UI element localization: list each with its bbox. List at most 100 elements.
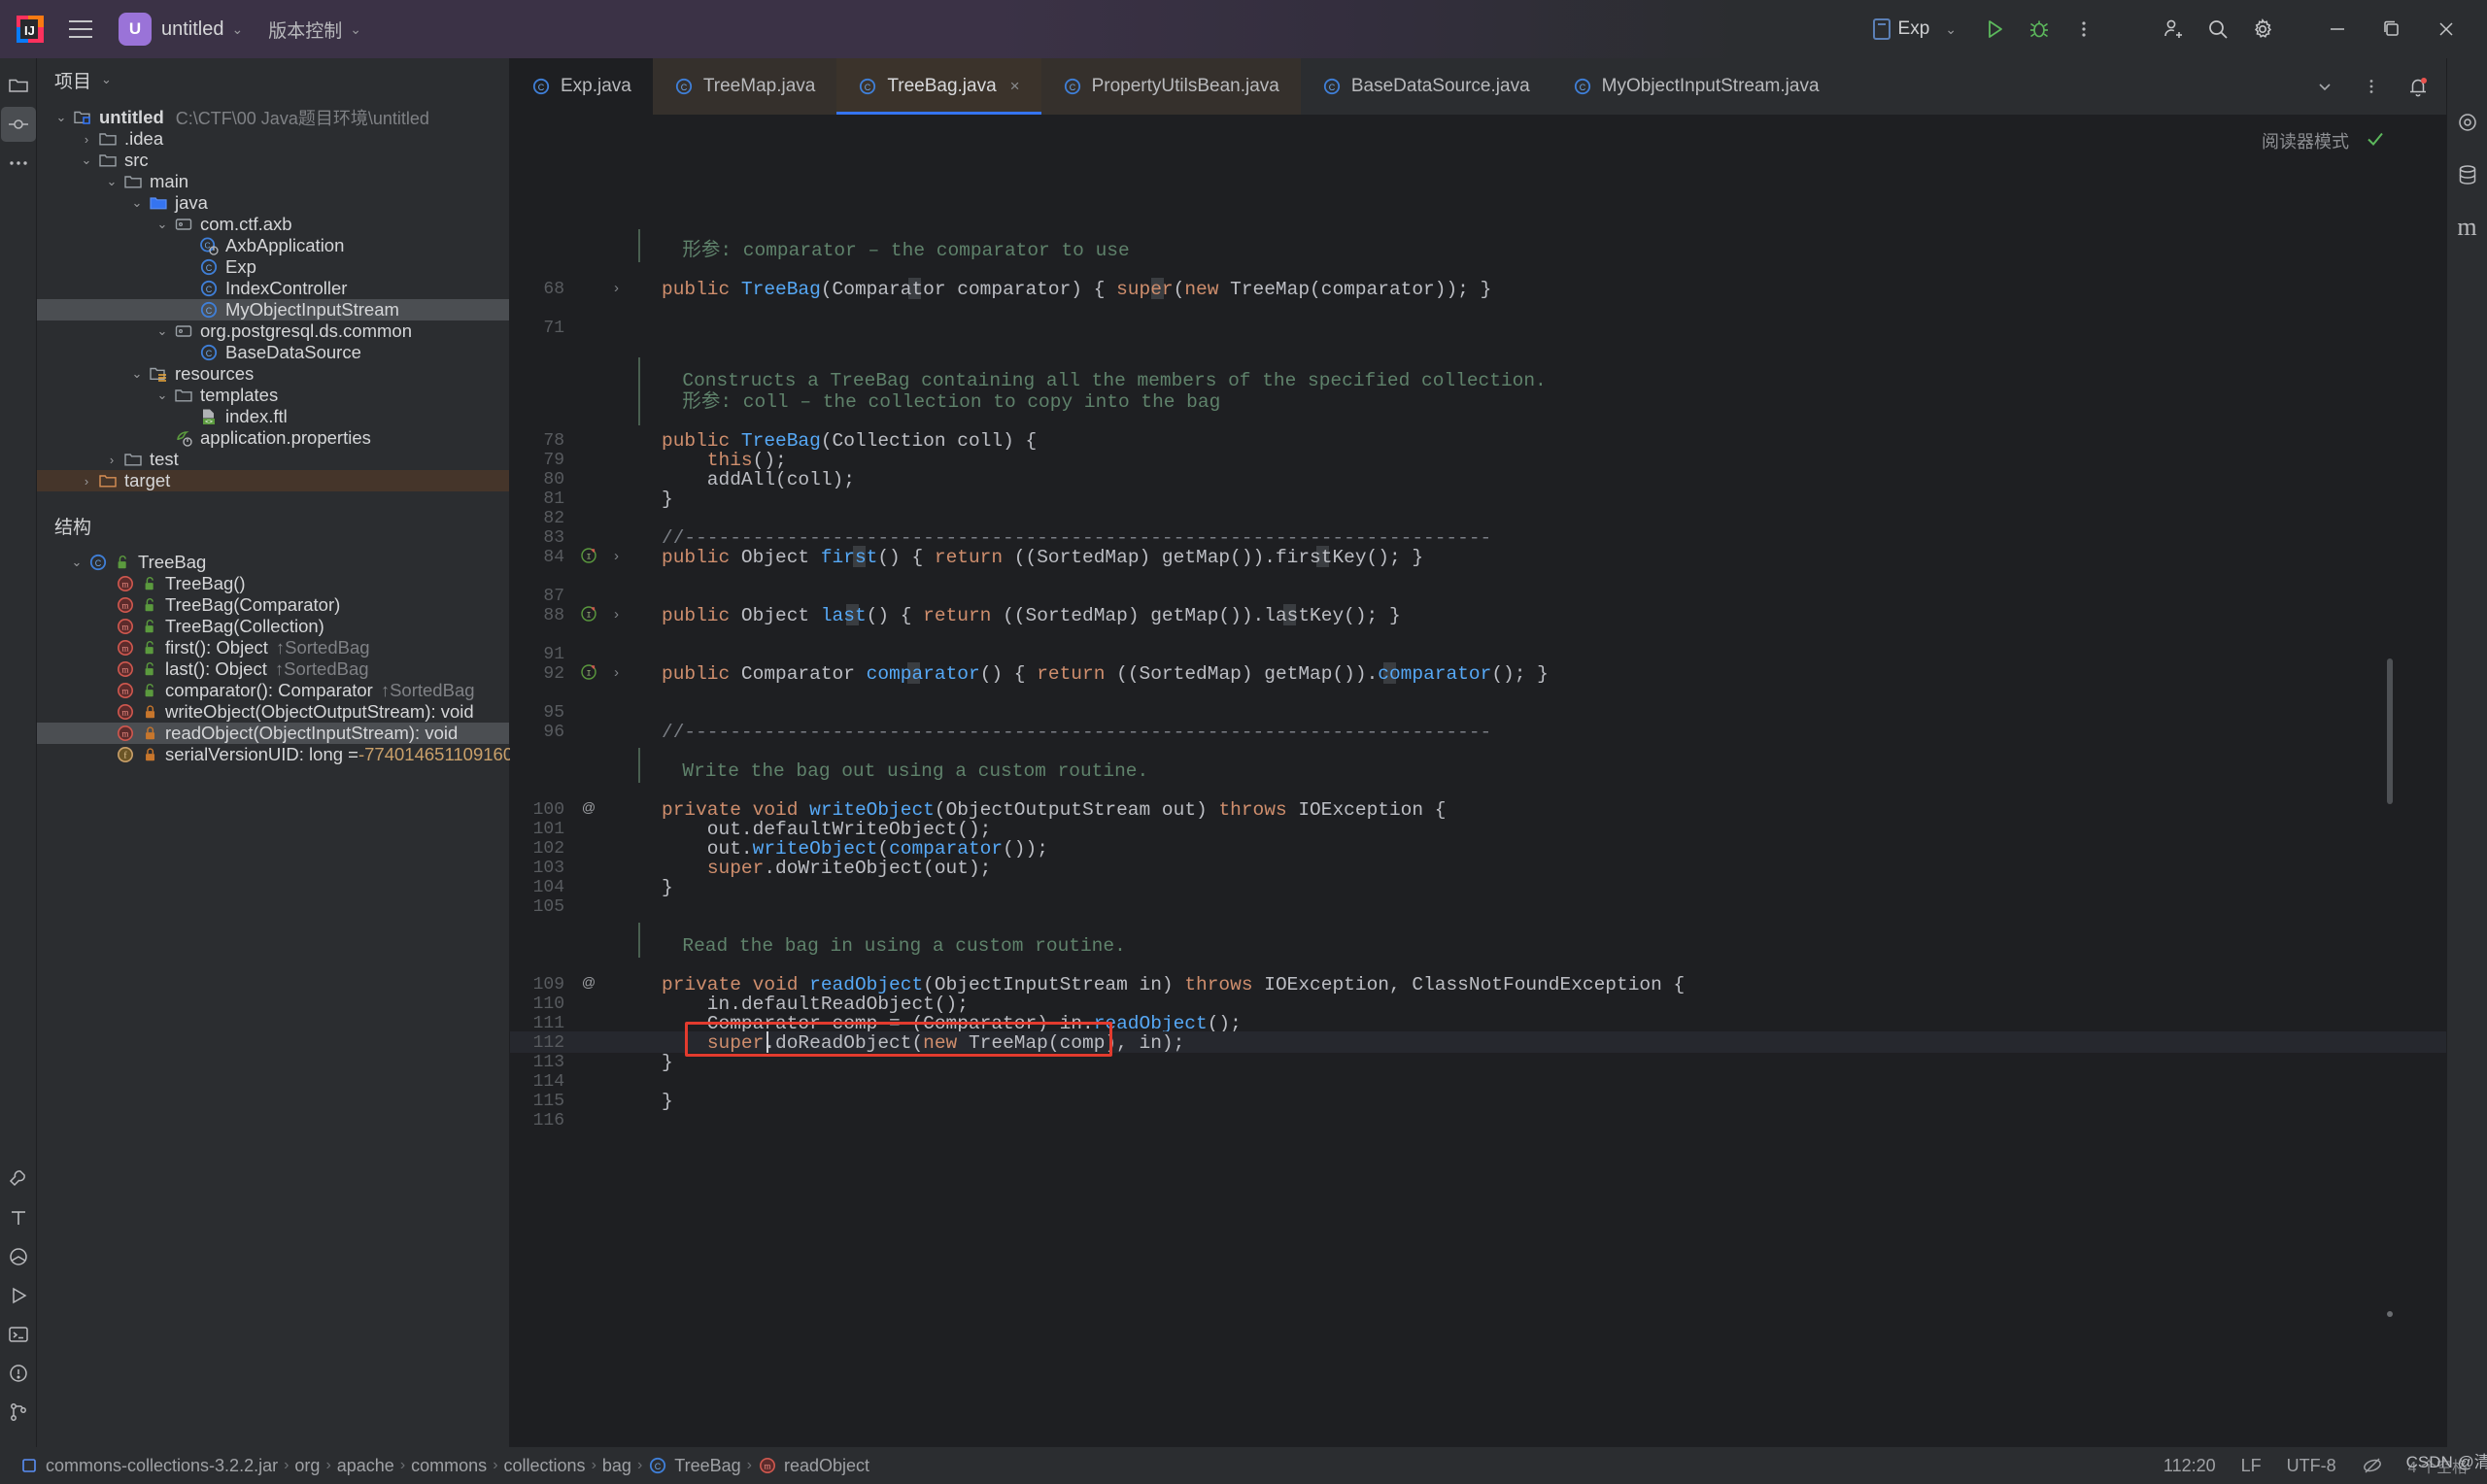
project-panel-header[interactable]: 项目 ⌄	[37, 58, 509, 101]
search-icon[interactable]	[2196, 7, 2240, 51]
structure-item-writeobject-objectoutputstream-void[interactable]: m writeObject(ObjectOutputStream): void	[37, 701, 509, 723]
breadcrumb-item[interactable]: bag	[596, 1456, 637, 1476]
chevron-down-icon[interactable]: ⌄	[126, 366, 148, 382]
sidebar-item-run[interactable]	[1, 1278, 36, 1313]
sidebar-item-build[interactable]	[1, 1162, 36, 1197]
add-user-icon[interactable]	[2151, 7, 2196, 51]
chevron-down-icon[interactable]	[2302, 64, 2347, 109]
structure-item-last-object[interactable]: m last(): Object ↑SortedBag	[37, 658, 509, 680]
chevron-down-icon[interactable]: ⌄	[76, 152, 97, 168]
maven-icon[interactable]: m	[2450, 210, 2485, 245]
annotation-marker-icon[interactable]: @	[580, 974, 597, 992]
checkmark-ok-icon[interactable]	[2365, 128, 2386, 150]
tab-myobjectinputstream-java[interactable]: C MyObjectInputStream.java	[1551, 58, 1841, 115]
caret-position[interactable]: 112:20	[2163, 1456, 2216, 1476]
structure-item-treebag[interactable]: ⌄ C TreeBag	[37, 552, 509, 573]
structure-item-treebag-comparator[interactable]: m TreeBag(Comparator)	[37, 594, 509, 616]
chevron-right-icon[interactable]: ›	[76, 132, 97, 147]
implements-method-icon[interactable]: I	[580, 605, 597, 623]
panel-splitter[interactable]	[507, 58, 509, 1447]
breadcrumb-item[interactable]: commons	[405, 1456, 493, 1476]
chevron-down-icon[interactable]: ⌄	[51, 110, 72, 125]
sidebar-item-git[interactable]	[1, 1395, 36, 1430]
fold-arrow-icon[interactable]: ›	[614, 606, 619, 624]
project-tree-item--idea[interactable]: › .idea	[37, 128, 509, 150]
sidebar-item-structure[interactable]	[1, 1200, 36, 1235]
main-menu-button[interactable]	[60, 13, 101, 46]
project-tree-item-resources[interactable]: ⌄ resources	[37, 363, 509, 385]
sidebar-item-terminal[interactable]	[1, 1317, 36, 1352]
tab-basedatasource-java[interactable]: C BaseDataSource.java	[1301, 58, 1551, 115]
fold-arrow-icon[interactable]: ›	[614, 280, 619, 297]
sidebar-item-problems[interactable]	[1, 1356, 36, 1391]
more-vertical-icon[interactable]	[2349, 64, 2394, 109]
structure-item-first-object[interactable]: m first(): Object ↑SortedBag	[37, 637, 509, 658]
implements-method-icon[interactable]: I	[580, 663, 597, 681]
chevron-down-icon[interactable]: ⌄	[101, 174, 122, 189]
tab-treemap-java[interactable]: C TreeMap.java	[652, 58, 837, 115]
project-tree-item-org-postgresql-ds-common[interactable]: ⌄ org.postgresql.ds.common	[37, 320, 509, 342]
project-tree-item-main[interactable]: ⌄ main	[37, 171, 509, 192]
breadcrumb-item[interactable]: apache	[331, 1456, 400, 1476]
structure-item-serialversionuid-long[interactable]: f serialVersionUID: long = -7740146511091…	[37, 744, 563, 765]
fold-arrow-icon[interactable]: ›	[614, 664, 619, 682]
sidebar-item-project[interactable]	[1, 68, 36, 103]
structure-item-comparator-comparator[interactable]: m comparator(): Comparator ↑SortedBag	[37, 680, 509, 701]
project-tree-item-basedatasource[interactable]: C BaseDataSource	[37, 342, 509, 363]
restore-icon[interactable]	[2365, 8, 2419, 51]
editor-scrollbar[interactable]	[2387, 658, 2393, 804]
project-tree-item-test[interactable]: › test	[37, 449, 509, 470]
breadcrumb-item[interactable]: C TreeBag	[642, 1456, 746, 1476]
project-tree-item-target[interactable]: › target	[37, 470, 509, 491]
project-selector[interactable]: U untitled ⌄	[119, 13, 249, 46]
breadcrumb-item[interactable]: collections	[498, 1456, 592, 1476]
code-content[interactable]: 形参: comparator – the comparator to use pu…	[627, 115, 2446, 1447]
project-tree-item-java[interactable]: ⌄ java	[37, 192, 509, 214]
file-encoding[interactable]: UTF-8	[2287, 1456, 2336, 1476]
more-actions-button[interactable]	[2061, 7, 2106, 51]
chevron-down-icon[interactable]: ⌄	[126, 195, 148, 211]
editor-scrollbar-bottom-marker[interactable]	[2387, 1311, 2393, 1317]
run-configuration-selector[interactable]: Exp ⌄	[1863, 15, 1972, 44]
project-tree-item-src[interactable]: ⌄ src	[37, 150, 509, 171]
indent-setting[interactable]: 4 个空格 CSDN @清风--	[2406, 1453, 2487, 1477]
implements-method-icon[interactable]: I	[580, 547, 597, 564]
line-separator[interactable]: LF	[2241, 1456, 2262, 1476]
project-tree-item-templates[interactable]: ⌄ templates	[37, 385, 509, 406]
sidebar-item-more-tools[interactable]	[1, 146, 36, 181]
project-tree-item-myobjectinputstream[interactable]: C MyObjectInputStream	[37, 299, 509, 320]
fold-arrow-icon[interactable]: ›	[614, 548, 619, 565]
gear-icon[interactable]	[2240, 7, 2285, 51]
chevron-down-icon[interactable]: ⌄	[66, 555, 87, 570]
chevron-down-icon[interactable]: ⌄	[152, 388, 173, 403]
project-tree-item-application-properties[interactable]: application.properties	[37, 427, 509, 449]
tab-exp-java[interactable]: C Exp.java	[510, 58, 653, 115]
chevron-right-icon[interactable]: ›	[76, 474, 97, 489]
annotation-marker-icon[interactable]: @	[580, 799, 597, 817]
structure-item-treebag[interactable]: m TreeBag()	[37, 573, 509, 594]
project-tree-item-axbapplication[interactable]: C AxbApplication	[37, 235, 509, 256]
vcs-selector[interactable]: 版本控制 ⌄	[256, 17, 367, 43]
chevron-down-icon[interactable]: ⌄	[152, 217, 173, 232]
debug-button[interactable]	[2017, 7, 2061, 51]
minimize-icon[interactable]	[2310, 8, 2365, 51]
database-icon[interactable]	[2450, 157, 2485, 192]
sidebar-item-services[interactable]	[1, 1239, 36, 1274]
chevron-down-icon[interactable]: ⌄	[152, 323, 173, 339]
bell-icon[interactable]	[2396, 64, 2440, 109]
close-icon[interactable]	[2419, 8, 2473, 51]
project-tree-item-indexcontroller[interactable]: C IndexController	[37, 278, 509, 299]
ai-assistant-icon[interactable]	[2450, 105, 2485, 140]
tab-treebag-java[interactable]: C TreeBag.java ×	[836, 58, 1041, 115]
breadcrumb-item[interactable]: m readObject	[752, 1456, 875, 1476]
close-tab-icon[interactable]: ×	[1010, 77, 1020, 96]
code-editor[interactable]: 68 › 71 78 79 80 81 82 83 84 I › 87 88 I › 91 92 I › 95 96 100…	[510, 115, 2446, 1447]
project-tree-item-exp[interactable]: C Exp	[37, 256, 509, 278]
tab-propertyutilsbean-java[interactable]: C PropertyUtilsBean.java	[1040, 58, 1301, 115]
structure-item-treebag-collection[interactable]: m TreeBag(Collection)	[37, 616, 509, 637]
project-tree-item-untitled[interactable]: ⌄ untitled C:\CTF\00 Java题目环境\untitled	[37, 107, 509, 128]
breadcrumb-item[interactable]: org	[289, 1456, 325, 1476]
structure-panel-header[interactable]: 结构	[37, 505, 509, 546]
editor-gutter[interactable]: 68 › 71 78 79 80 81 82 83 84 I › 87 88 I › 91 92 I › 95 96 100…	[510, 115, 627, 1447]
structure-item-readobject-objectinputstream-void[interactable]: m readObject(ObjectInputStream): void	[37, 723, 509, 744]
